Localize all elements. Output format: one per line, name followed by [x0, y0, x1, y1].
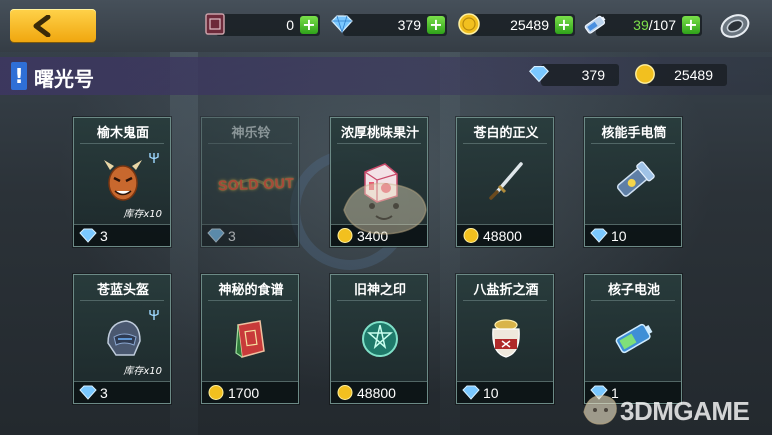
price-bar: 3 [74, 224, 170, 246]
flashlight-icon [616, 161, 655, 197]
item-name: 八盐折之酒 [473, 283, 539, 298]
resource-diamonds: 379 + [331, 14, 447, 36]
coin-icon [458, 13, 480, 35]
item-name: 神乐铃 [231, 126, 271, 141]
price-bar: 48800 [457, 224, 553, 246]
chevron-left-icon [33, 15, 51, 37]
item-name: 浓厚桃味果汁 [340, 126, 419, 141]
site-watermark: 3DMGAME [580, 388, 770, 432]
book-icon [235, 320, 265, 358]
shop-item-card[interactable]: 核子电池 1 [584, 274, 682, 404]
trident-icon [149, 310, 159, 320]
item-price: 10 [611, 228, 627, 244]
item-name: 核能手电筒 [601, 126, 667, 141]
trident-icon [149, 153, 159, 163]
item-stock: 库存x10 [123, 366, 162, 377]
shop-item-card[interactable]: 苍白的正义 48800 [456, 117, 554, 247]
item-price: 10 [483, 385, 499, 401]
diamond-icon [79, 385, 97, 400]
add-diamonds-button[interactable]: + [427, 16, 445, 34]
diamonds-value: 379 [397, 17, 421, 33]
background-pillar [170, 52, 198, 435]
battery-icon [584, 15, 606, 34]
add-battery-button[interactable]: + [682, 16, 700, 34]
back-button[interactable] [10, 9, 96, 42]
watermark-text: 3DMGAME [620, 396, 750, 426]
coins-value: 25489 [510, 17, 549, 33]
shop-item-card[interactable]: 八盐折之酒 10 [456, 274, 554, 404]
diamond-icon [590, 228, 608, 243]
tickets-value: 0 [286, 17, 294, 33]
item-price: 48800 [483, 228, 522, 244]
resource-battery: 39/107 + [584, 14, 702, 36]
shop-item-card[interactable]: 旧神之印 48800 [330, 274, 428, 404]
price-bar: 48800 [331, 381, 427, 403]
price-bar: 10 [457, 381, 553, 403]
diamond-icon [79, 228, 97, 243]
coin-icon [463, 228, 479, 243]
price-bar: 3 [202, 224, 298, 246]
resource-tickets: 0 + [205, 13, 320, 36]
oni-mask-icon [104, 160, 142, 201]
shop-title-bar: ! 曙光号 379 25489 [0, 57, 772, 95]
shop-item-card[interactable]: 核能手电筒 10 [584, 117, 682, 247]
shop-coins: 25489 [635, 64, 727, 86]
ring-icon[interactable] [718, 11, 752, 41]
mascot-watermark [343, 182, 427, 235]
diamond-icon [529, 66, 549, 83]
coin-icon [635, 64, 655, 84]
price-bar: 10 [585, 224, 681, 246]
diamond-icon [462, 385, 480, 400]
coin-icon [208, 385, 224, 400]
sake-jar-icon [492, 319, 520, 358]
battery-cell-icon [615, 323, 653, 354]
shop-coins-value: 25489 [674, 67, 713, 83]
add-tickets-button[interactable]: + [300, 16, 318, 34]
shop-item-card[interactable]: 榆木鬼面 库存x10 3 [73, 117, 171, 247]
shop-item-card-sold-out: 神乐铃 SOLD OUT 3 [201, 117, 299, 247]
battery-value: 39/107 [633, 17, 676, 33]
alert-icon: ! [11, 62, 27, 90]
shop-title: 曙光号 [34, 67, 94, 91]
item-name: 榆木鬼面 [96, 126, 149, 141]
shop-diamonds-value: 379 [581, 67, 605, 83]
item-price: 48800 [357, 385, 396, 401]
item-stock: 库存x10 [123, 209, 162, 220]
item-price: 3 [228, 228, 236, 244]
shop-item-card[interactable]: 苍蓝头盔 库存x10 3 [73, 274, 171, 404]
item-name: 神秘的食谱 [218, 283, 284, 298]
item-name: 核子电池 [607, 283, 660, 298]
item-name: 苍白的正义 [473, 126, 539, 141]
item-price: 3 [100, 228, 108, 244]
item-price: 3 [100, 385, 108, 401]
diamond-icon [207, 228, 225, 243]
shop-item-card[interactable]: 神秘的食谱 1700 [201, 274, 299, 404]
game-shop-screen: 0 + 379 + 25489 + 39/107 + ! 曙光号 379 254… [0, 0, 772, 435]
sword-icon [489, 162, 523, 200]
item-price: 1700 [228, 385, 260, 401]
shop-diamonds: 379 [529, 64, 619, 86]
top-bar: 0 + 379 + 25489 + 39/107 + [0, 0, 772, 52]
sold-out-label: SOLD OUT [217, 174, 295, 194]
mascot-logo [583, 395, 617, 425]
resource-coins: 25489 + [458, 13, 575, 36]
seal-icon [362, 321, 398, 357]
item-name: 苍蓝头盔 [96, 283, 149, 298]
diamond-icon [331, 15, 353, 34]
ticket-icon [205, 13, 225, 35]
add-coins-button[interactable]: + [555, 16, 573, 34]
price-bar: 1700 [202, 381, 298, 403]
helmet-icon [107, 320, 141, 356]
coin-icon [337, 385, 353, 400]
item-name: 旧神之印 [353, 283, 406, 298]
price-bar: 3 [74, 381, 170, 403]
